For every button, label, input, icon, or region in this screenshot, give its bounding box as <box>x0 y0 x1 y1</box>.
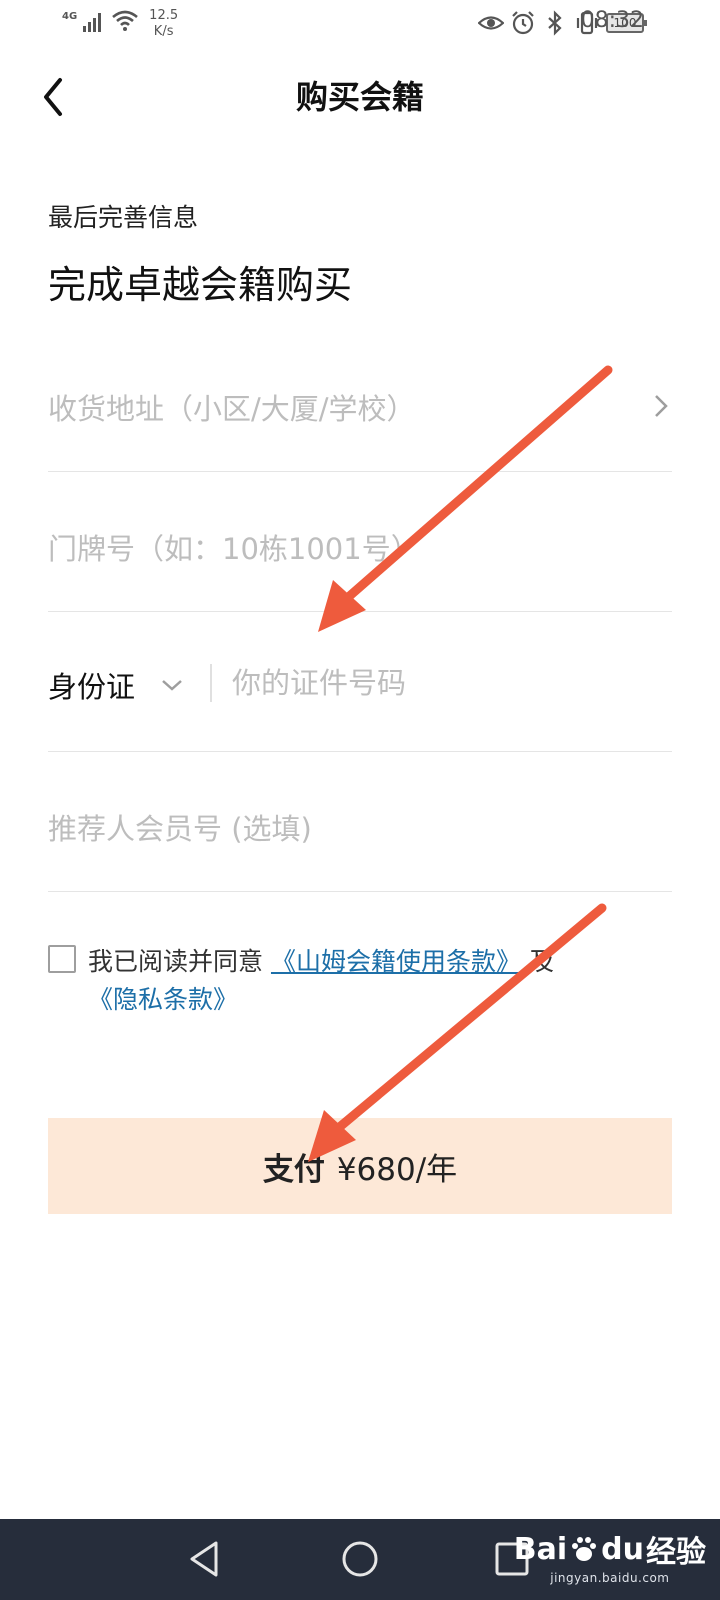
agreement-connector: 及 <box>528 947 554 976</box>
watermark-brand-b: du <box>601 1531 644 1567</box>
watermark-brand-c: 经验 <box>646 1535 706 1570</box>
chevron-right-icon <box>655 395 668 417</box>
address-field[interactable]: 收货地址（小区/大厦/学校） <box>48 332 672 472</box>
speed-unit: K/s <box>153 24 174 39</box>
door-number-field[interactable]: 门牌号（如：10栋1001号） <box>48 472 672 612</box>
paw-icon <box>572 1537 597 1561</box>
nav-back-icon[interactable] <box>186 1539 226 1579</box>
terms-link[interactable]: 《山姆会籍使用条款》 <box>271 947 521 976</box>
id-number-input[interactable] <box>232 662 652 704</box>
agreement-text-line2: 《隐私条款》 <box>88 980 238 1016</box>
pay-price: ¥680/年 <box>336 1151 458 1188</box>
watermark-url: jingyan.baidu.com <box>550 1571 670 1585</box>
privacy-link[interactable]: 《隐私条款》 <box>88 985 238 1014</box>
app-header: 购买会籍 <box>0 60 720 130</box>
status-time: 08:32 <box>580 8 644 33</box>
agreement-checkbox[interactable] <box>48 945 76 973</box>
nav-home-icon[interactable] <box>340 1539 380 1579</box>
page-title: 购买会籍 <box>295 78 424 116</box>
referrer-field[interactable]: 推荐人会员号 (选填) <box>48 752 672 892</box>
id-type-select[interactable]: 身份证 <box>48 664 135 706</box>
wifi-icon <box>112 10 139 31</box>
baidu-watermark: Bai du 经验 jingyan.baidu.com <box>514 1527 706 1586</box>
alarm-icon <box>512 11 534 35</box>
referrer-placeholder: 推荐人会员号 (选填) <box>48 812 312 846</box>
form-headline: 完成卓越会籍购买 <box>48 263 353 307</box>
network-type: 4G <box>62 11 78 22</box>
pay-label: 支付 <box>262 1151 325 1188</box>
watermark-brand: Bai du 经验 <box>514 1527 706 1571</box>
address-placeholder: 收货地址（小区/大厦/学校） <box>48 392 416 426</box>
agreement-text: 我已阅读并同意 《山姆会籍使用条款》 及 <box>88 942 554 978</box>
id-number-row: 身份证 <box>48 612 672 752</box>
door-number-placeholder: 门牌号（如：10栋1001号） <box>48 532 420 566</box>
watermark-brand-a: Bai <box>513 1531 568 1567</box>
network-speed: 12.5 K/s <box>149 8 178 40</box>
agreement-prefix: 我已阅读并同意 <box>88 947 264 976</box>
speed-value: 12.5 <box>149 8 179 23</box>
system-nav-bar: Bai du 经验 jingyan.baidu.com <box>0 1519 720 1600</box>
eye-icon <box>478 16 504 30</box>
form-subtitle: 最后完善信息 <box>48 203 199 232</box>
pay-button[interactable]: 支付 ¥680/年 <box>48 1118 672 1214</box>
chevron-down-icon[interactable] <box>160 678 184 692</box>
bluetooth-icon <box>548 10 562 36</box>
status-bar: 4G 12.5 K/s 100 08:32 <box>0 0 720 48</box>
status-left: 4G 12.5 K/s <box>62 8 178 40</box>
id-divider <box>210 664 212 702</box>
signal-icon <box>83 12 102 32</box>
